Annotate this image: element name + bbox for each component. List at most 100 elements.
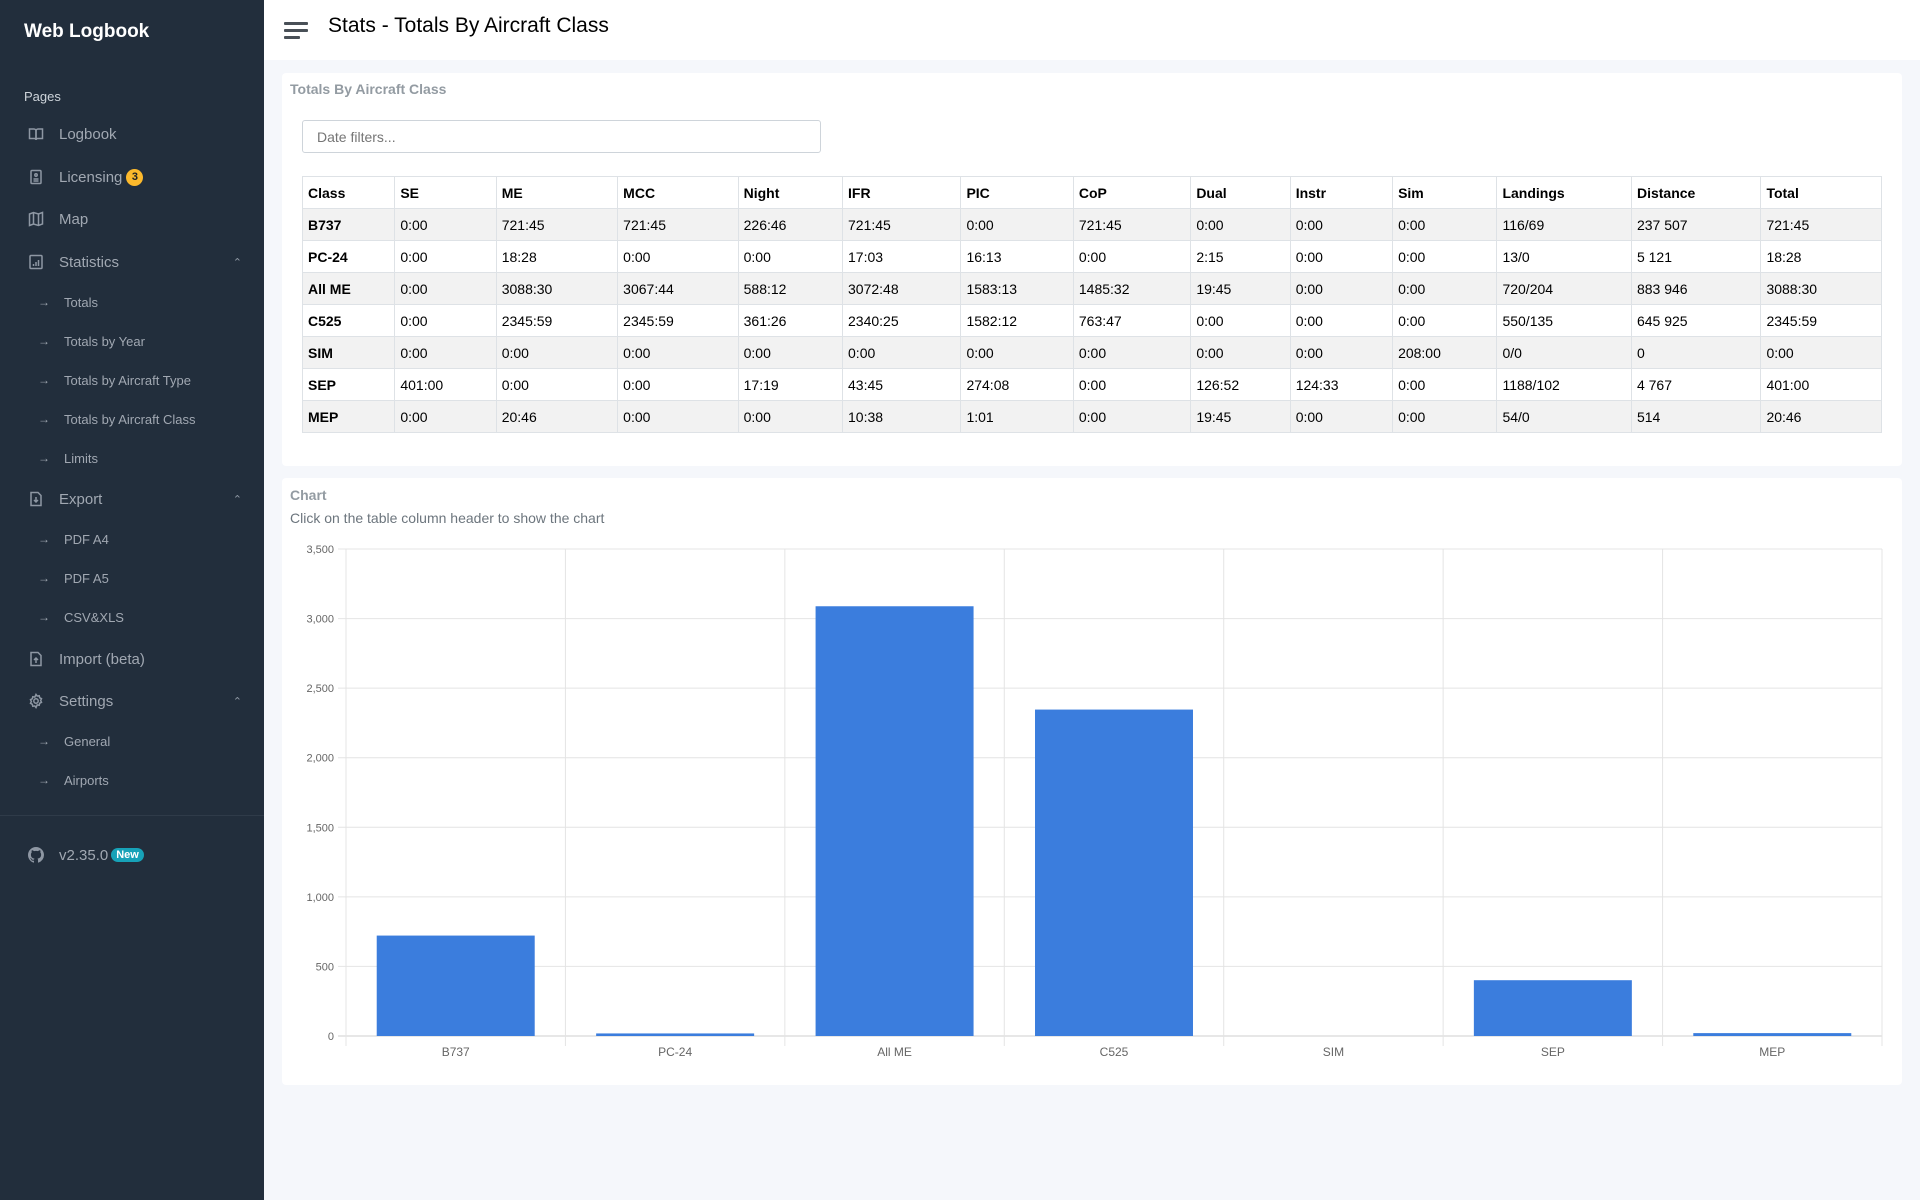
table-cell: 0:00 (1392, 304, 1498, 337)
column-header-instr[interactable]: Instr (1289, 176, 1394, 209)
class-cell: SIM (301, 336, 396, 369)
table-cell: 2345:59 (1760, 304, 1882, 337)
column-header-mcc[interactable]: MCC (617, 176, 739, 209)
table-cell: 1:01 (960, 400, 1074, 433)
sidebar-subitem-label: Totals by Aircraft Type (64, 372, 191, 388)
table-cell: 0:00 (1392, 272, 1498, 305)
table-cell: 19:45 (1190, 272, 1291, 305)
class-cell: All ME (301, 272, 396, 305)
sidebar-item-label: Settings (59, 692, 114, 710)
column-header-ifr[interactable]: IFR (842, 176, 962, 209)
bar-b737 (376, 935, 535, 1036)
sidebar-subitem-totals[interactable]: → Totals (0, 287, 264, 317)
table-cell: 0:00 (1289, 240, 1394, 273)
table-cell: 20:46 (1760, 400, 1882, 433)
table-cell: 0:00 (394, 400, 497, 433)
bar-c525 (1035, 709, 1193, 1036)
table-cell: 0:00 (617, 240, 739, 273)
table-cell: 13/0 (1496, 240, 1632, 273)
column-header-cop[interactable]: CoP (1072, 176, 1192, 209)
sidebar-item-statistics[interactable]: Statistics ⌃ (0, 242, 264, 282)
table-cell: 226:46 (737, 208, 844, 241)
chevron-up-icon: ⌃ (232, 695, 242, 708)
table-cell: 17:03 (842, 240, 962, 273)
table-row: C525 0:00 2345:59 2345:59 361:26 2340:25 1582:… (301, 304, 1882, 337)
x-tick-label: MEP (1759, 1045, 1785, 1059)
table-cell: 1582:12 (960, 304, 1074, 337)
table-cell: 0:00 (1392, 368, 1498, 401)
table-cell: 4 767 (1630, 368, 1762, 401)
sidebar-item-logbook[interactable]: Logbook (0, 114, 264, 154)
column-header-sim[interactable]: Sim (1392, 176, 1498, 209)
table-cell: 208:00 (1392, 336, 1498, 369)
table-cell: 0:00 (1289, 272, 1394, 305)
table-row: SIM 0:00 0:00 0:00 0:00 0:00 0:00 0:00 0:00 0:00 2… (301, 336, 1882, 369)
table-cell: 0:00 (617, 400, 739, 433)
table-cell: 2340:25 (842, 304, 962, 337)
table-cell: 514 (1630, 400, 1762, 433)
arrow-right-icon: → (38, 571, 50, 585)
column-header-se[interactable]: SE (394, 176, 497, 209)
sidebar-subitem-csv-xls[interactable]: → CSV&XLS (0, 602, 264, 632)
table-cell: 0:00 (1072, 400, 1192, 433)
table-cell: 0:00 (842, 336, 962, 369)
date-filter-input[interactable] (302, 120, 821, 153)
sidebar-item-settings[interactable]: Settings ⌃ (0, 681, 264, 721)
table-cell: 0 (1630, 336, 1762, 369)
table-cell: 116/69 (1496, 208, 1632, 241)
bar-mep (1693, 1033, 1852, 1036)
column-header-me[interactable]: ME (495, 176, 619, 209)
table-cell: 0:00 (1760, 336, 1882, 369)
sidebar-subitem-pdf-a4[interactable]: → PDF A4 (0, 524, 264, 554)
sidebar-item-label: Statistics (59, 253, 120, 271)
sidebar-item-import[interactable]: Import (beta) (0, 639, 264, 679)
table-cell: 0:00 (394, 304, 497, 337)
class-cell: MEP (301, 400, 396, 433)
sidebar-subitem-limits[interactable]: → Limits (0, 443, 264, 473)
license-icon (28, 169, 44, 185)
sidebar-subitem-airports[interactable]: → Airports (0, 765, 264, 795)
table-cell: 721:45 (1760, 208, 1882, 241)
y-tick-label: 2,000 (306, 753, 334, 765)
table-header-row: Class SE ME MCC Night IFR PIC CoP Dual Instr Sim La… (301, 176, 1882, 209)
sidebar-subitem-label: Airports (64, 772, 109, 788)
table-cell: 0:00 (960, 336, 1074, 369)
table-cell: 0:00 (495, 368, 619, 401)
totals-card-title: Totals By Aircraft Class (290, 81, 447, 97)
table-cell: 0:00 (1190, 336, 1291, 369)
sidebar-subitem-totals-by-year[interactable]: → Totals by Year (0, 326, 264, 356)
version-link[interactable]: v2.35.0 New (0, 842, 264, 868)
column-header-distance[interactable]: Distance (1630, 176, 1762, 209)
table-cell: 3067:44 (617, 272, 739, 305)
table-cell: 721:45 (617, 208, 739, 241)
menu-toggle-icon[interactable] (284, 20, 310, 40)
y-tick-label: 2,500 (306, 683, 334, 695)
map-icon (28, 211, 44, 227)
table-cell: 0:00 (1392, 400, 1498, 433)
column-header-total[interactable]: Total (1760, 176, 1882, 209)
sidebar-item-licensing[interactable]: Licensing 3 (0, 157, 264, 197)
column-header-landings[interactable]: Landings (1496, 176, 1632, 209)
sidebar-item-export[interactable]: Export ⌃ (0, 479, 264, 519)
table-cell: 401:00 (1760, 368, 1882, 401)
new-badge: New (111, 847, 144, 862)
sidebar-item-label: Logbook (59, 125, 117, 143)
app-brand[interactable]: Web Logbook (24, 21, 149, 43)
column-header-pic[interactable]: PIC (960, 176, 1074, 209)
table-cell: 0:00 (394, 208, 497, 241)
sidebar-subitem-totals-by-aircraft-type[interactable]: → Totals by Aircraft Type (0, 365, 264, 395)
sidebar-subitem-label: Totals by Aircraft Class (64, 411, 196, 427)
y-tick-label: 0 (328, 1031, 334, 1043)
sidebar-item-map[interactable]: Map (0, 199, 264, 239)
sidebar-subitem-pdf-a5[interactable]: → PDF A5 (0, 563, 264, 593)
sidebar-subitem-totals-by-aircraft-class[interactable]: → Totals by Aircraft Class (0, 404, 264, 434)
column-header-dual[interactable]: Dual (1190, 176, 1291, 209)
table-cell: 0:00 (1072, 336, 1192, 369)
column-header-night[interactable]: Night (737, 176, 844, 209)
table-cell: 3088:30 (495, 272, 619, 305)
column-header-class[interactable]: Class (301, 176, 396, 209)
sidebar-subitem-general[interactable]: → General (0, 726, 264, 756)
y-tick-label: 3,500 (306, 544, 334, 556)
table-cell: 0:00 (617, 368, 739, 401)
gear-icon (28, 693, 44, 709)
